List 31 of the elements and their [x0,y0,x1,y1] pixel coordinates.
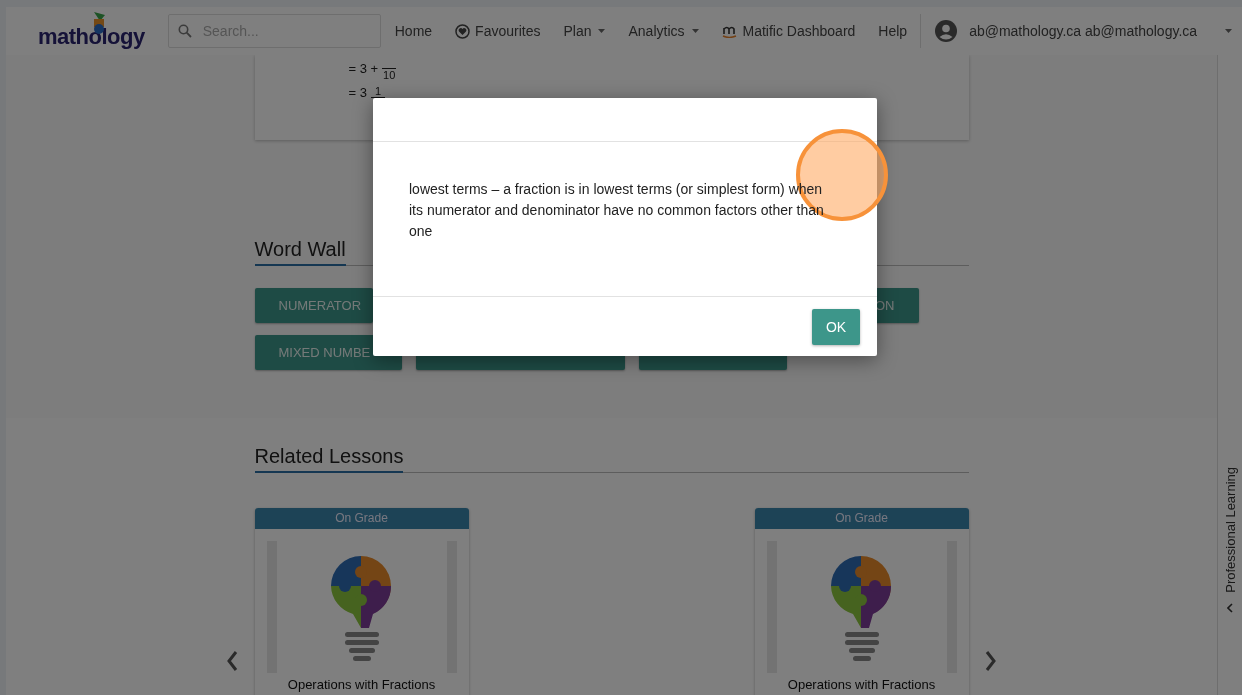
lesson-card[interactable]: On Grade Operations with Fractions [254,508,469,695]
caret-icon [691,29,699,33]
math-text: = 3 [348,85,367,100]
caret-icon [1225,29,1232,33]
grade-badge: On Grade [754,508,969,529]
section-title: Related Lessons [254,445,404,473]
account-menu[interactable]: ab@mathology.ca ab@mathology.ca [935,20,1225,42]
math-text: = 3 + [348,60,379,76]
word-wall-button[interactable]: NUMERATOR [254,288,373,323]
fraction: 10 [382,66,397,81]
caret-icon [598,29,606,33]
matific-logo-icon [721,24,738,38]
nav-link[interactable]: Plan [563,23,606,39]
chevron-left-icon [226,650,239,672]
grade-badge: On Grade [254,508,469,529]
nav-link[interactable]: Favourites [455,23,541,39]
nav-link[interactable]: Help [878,23,908,39]
nav-link[interactable]: Matific Dashboard [721,23,856,39]
fraction: 1 [370,85,385,98]
logo[interactable]: mathology [38,12,145,50]
search-icon [177,24,192,38]
lesson-card[interactable]: On Grade Operations with Fractions [754,508,969,695]
account-icon [935,20,958,42]
nav-link[interactable]: Home [394,23,433,39]
chevron-right-icon [984,650,997,672]
ok-button[interactable]: OK [812,308,860,345]
lesson-title: Operations with Fractions [786,677,937,692]
section-title: Word Wall [254,238,346,266]
nav-link[interactable]: Analytics [628,23,699,39]
lesson-title: Operations with Fractions [286,677,437,692]
chevron-left-icon [1227,602,1233,613]
